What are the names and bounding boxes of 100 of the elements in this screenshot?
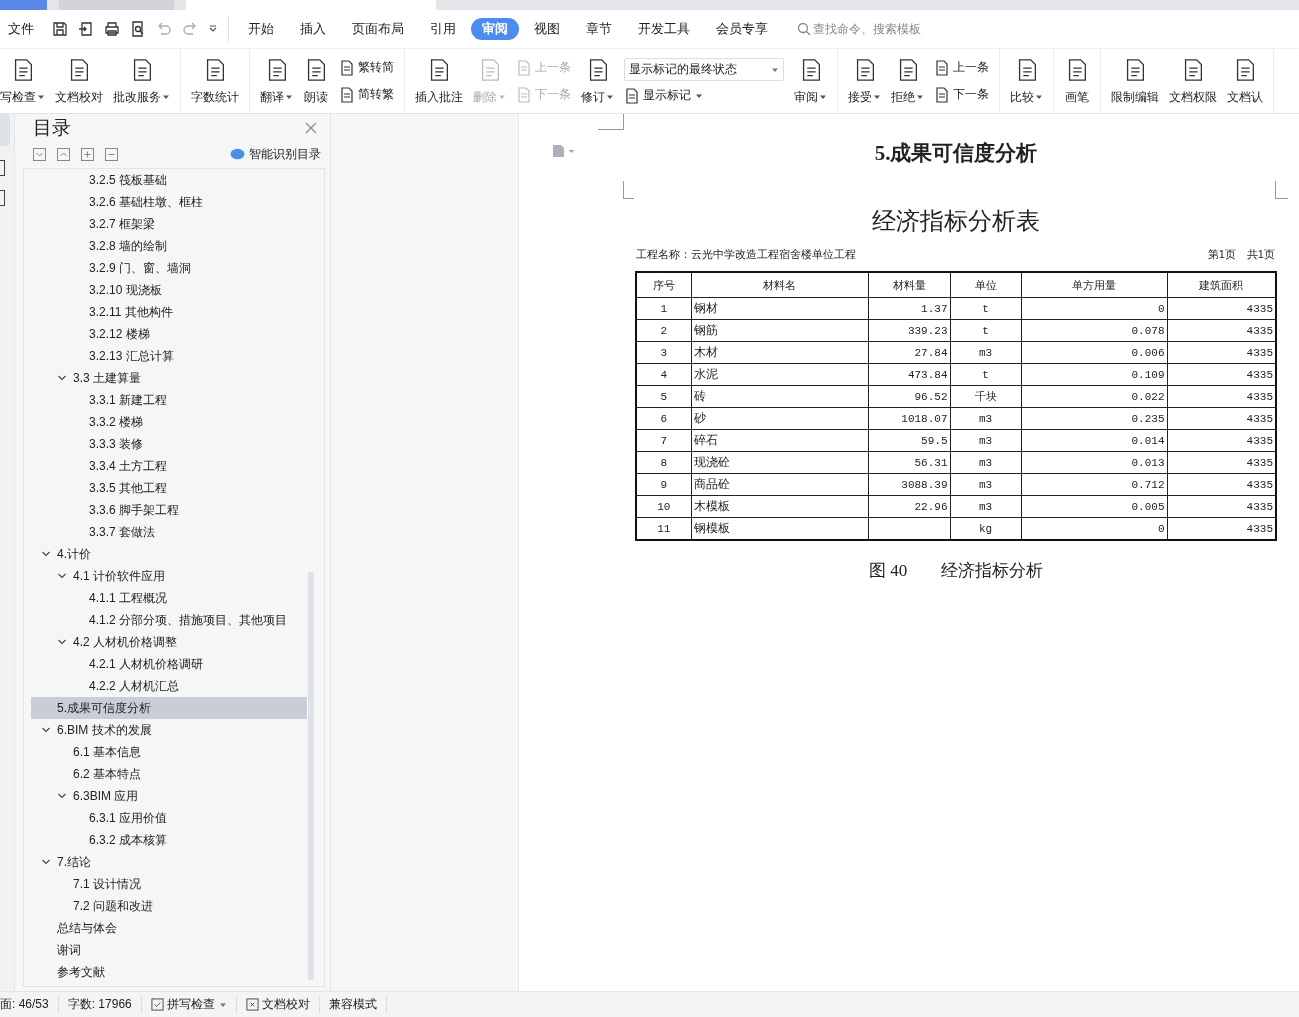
toc-item[interactable]: 4.计价: [31, 543, 307, 565]
ribbon-tab[interactable]: 章节: [575, 18, 623, 40]
toc-item[interactable]: 4.2.2 人材机汇总: [31, 675, 307, 697]
toc-item[interactable]: 3.3.1 新建工程: [31, 389, 307, 411]
toc-item[interactable]: 3.3.2 楼梯: [31, 411, 307, 433]
chevron-icon[interactable]: [57, 791, 67, 801]
ribbon-tab[interactable]: 页面布局: [341, 18, 415, 40]
ribbon-button[interactable]: 简转繁: [339, 86, 394, 103]
export-icon[interactable]: [78, 21, 94, 37]
toc-item[interactable]: 3.2.6 基础柱墩、框柱: [31, 191, 307, 213]
table-cell: 0.109: [1021, 363, 1167, 386]
toc-item[interactable]: 3.2.12 楼梯: [31, 323, 307, 345]
page-count[interactable]: 面: 46/53: [0, 996, 59, 1013]
save-icon[interactable]: [52, 21, 68, 37]
toc-item[interactable]: 3.3.5 其他工程: [31, 477, 307, 499]
word-count[interactable]: 字数: 17966: [58, 996, 142, 1013]
ribbon-button[interactable]: 繁转简: [339, 59, 394, 76]
toc-item[interactable]: 6.2 基本特点: [31, 763, 307, 785]
toc-item[interactable]: 3.2.7 框架梁: [31, 213, 307, 235]
toc-item[interactable]: 3.3.7 套做法: [31, 521, 307, 543]
add-icon[interactable]: [81, 147, 94, 161]
ribbon-button[interactable]: 文档认: [1227, 56, 1263, 106]
toc-item[interactable]: 3.3.4 土方工程: [31, 455, 307, 477]
collapse-icon[interactable]: [57, 147, 70, 161]
ribbon-tab[interactable]: 会员专享: [705, 18, 779, 40]
ribbon-button[interactable]: 比较: [1010, 56, 1043, 106]
toc-item[interactable]: 4.1 计价软件应用: [31, 565, 307, 587]
ribbon-button[interactable]: 显示标记: [624, 87, 784, 104]
more-icon[interactable]: [208, 24, 218, 34]
ribbon-button[interactable]: 修订: [581, 56, 614, 106]
ribbon-button[interactable]: 插入批注: [415, 56, 463, 106]
toc-item[interactable]: 6.3.2 成本核算: [31, 829, 307, 851]
close-icon[interactable]: [305, 122, 317, 134]
toc-item[interactable]: 3.3 土建算量: [31, 367, 307, 389]
toc-item[interactable]: 谢词: [31, 939, 307, 961]
toc-item[interactable]: 4.2.1 人材机价格调研: [31, 653, 307, 675]
ribbon-tab[interactable]: 开发工具: [627, 18, 701, 40]
sidebar-tab[interactable]: [0, 160, 5, 176]
remove-icon[interactable]: [105, 147, 118, 161]
toc-item[interactable]: 4.1.1 工程概况: [31, 587, 307, 609]
markup-dropdown[interactable]: 显示标记的最终状态: [624, 58, 784, 81]
expand-icon[interactable]: [33, 147, 46, 161]
crop-mark: [598, 114, 624, 130]
toc-item[interactable]: 参考文献: [31, 961, 307, 983]
toc-item[interactable]: 3.2.5 筏板基础: [31, 169, 307, 191]
chevron-icon[interactable]: [41, 725, 51, 735]
toc-item[interactable]: 6.3BIM 应用: [31, 785, 307, 807]
ribbon-button[interactable]: 写检查: [0, 56, 45, 106]
toc-item[interactable]: 3.2.10 现浇板: [31, 279, 307, 301]
chevron-icon[interactable]: [41, 549, 51, 559]
spell-check-button[interactable]: 拼写检查: [141, 996, 237, 1013]
toc-item[interactable]: 3.2.13 汇总计算: [31, 345, 307, 367]
table-cell: 0.006: [1021, 341, 1167, 364]
table-cell: m3: [950, 495, 1021, 518]
smart-toc-button[interactable]: 智能识别目录: [230, 145, 321, 163]
ribbon-button[interactable]: 下一条: [934, 86, 989, 103]
print-preview-icon[interactable]: [130, 21, 146, 37]
toc-item[interactable]: 3.3.6 脚手架工程: [31, 499, 307, 521]
search-field[interactable]: 查找命令、搜索模板: [797, 22, 957, 36]
ribbon-button[interactable]: 文档权限: [1169, 56, 1217, 106]
ribbon-tab[interactable]: 开始: [237, 18, 285, 40]
toc-item[interactable]: 3.3.3 装修: [31, 433, 307, 455]
ribbon-button[interactable]: 审阅: [794, 56, 827, 106]
toc-item[interactable]: 7.1 设计情况: [31, 873, 307, 895]
ribbon-button[interactable]: 翻译: [260, 56, 293, 106]
toc-item[interactable]: 7.结论: [31, 851, 307, 873]
toc-item[interactable]: 3.2.11 其他构件: [31, 301, 307, 323]
toc-item[interactable]: 6.1 基本信息: [31, 741, 307, 763]
ribbon-button[interactable]: 批改服务: [113, 56, 170, 106]
toc-item[interactable]: 3.2.9 门、窗、墙洞: [31, 257, 307, 279]
ribbon-button[interactable]: 限制编辑: [1111, 56, 1159, 106]
chevron-icon[interactable]: [57, 571, 67, 581]
proofread-button[interactable]: 文档校对: [236, 996, 320, 1013]
ribbon-button[interactable]: 朗读: [303, 56, 329, 106]
chevron-icon[interactable]: [57, 637, 67, 647]
table-cell: m3: [950, 473, 1021, 496]
ribbon-tab[interactable]: 视图: [523, 18, 571, 40]
table-cell: 3: [636, 341, 691, 364]
chevron-icon[interactable]: [41, 857, 51, 867]
toc-item[interactable]: 5.成果可信度分析: [31, 697, 307, 719]
ribbon-tab[interactable]: 引用: [419, 18, 467, 40]
toc-item[interactable]: 4.1.2 分部分项、措施项目、其他项目: [31, 609, 307, 631]
scrollbar[interactable]: [308, 572, 314, 980]
ribbon-tab[interactable]: 插入: [289, 18, 337, 40]
toc-item[interactable]: 7.2 问题和改进: [31, 895, 307, 917]
chevron-icon[interactable]: [57, 373, 67, 383]
print-icon[interactable]: [104, 21, 120, 37]
file-menu[interactable]: 文件: [8, 20, 34, 38]
ribbon-button[interactable]: 接受: [848, 56, 881, 106]
ribbon-button[interactable]: 文档校对: [55, 56, 103, 106]
sidebar-tab[interactable]: [0, 190, 5, 206]
ribbon-button[interactable]: 字数统计: [191, 56, 239, 106]
toc-item[interactable]: 6.BIM 技术的发展: [31, 719, 307, 741]
ribbon-button[interactable]: 上一条: [934, 59, 989, 76]
ribbon-button[interactable]: 画笔: [1064, 56, 1090, 106]
ribbon-button[interactable]: 拒绝: [891, 56, 924, 106]
toc-item[interactable]: 总结与体会: [31, 917, 307, 939]
toc-item[interactable]: 3.2.8 墙的绘制: [31, 235, 307, 257]
toc-item[interactable]: 4.2 人材机价格调整: [31, 631, 307, 653]
toc-item[interactable]: 6.3.1 应用价值: [31, 807, 307, 829]
